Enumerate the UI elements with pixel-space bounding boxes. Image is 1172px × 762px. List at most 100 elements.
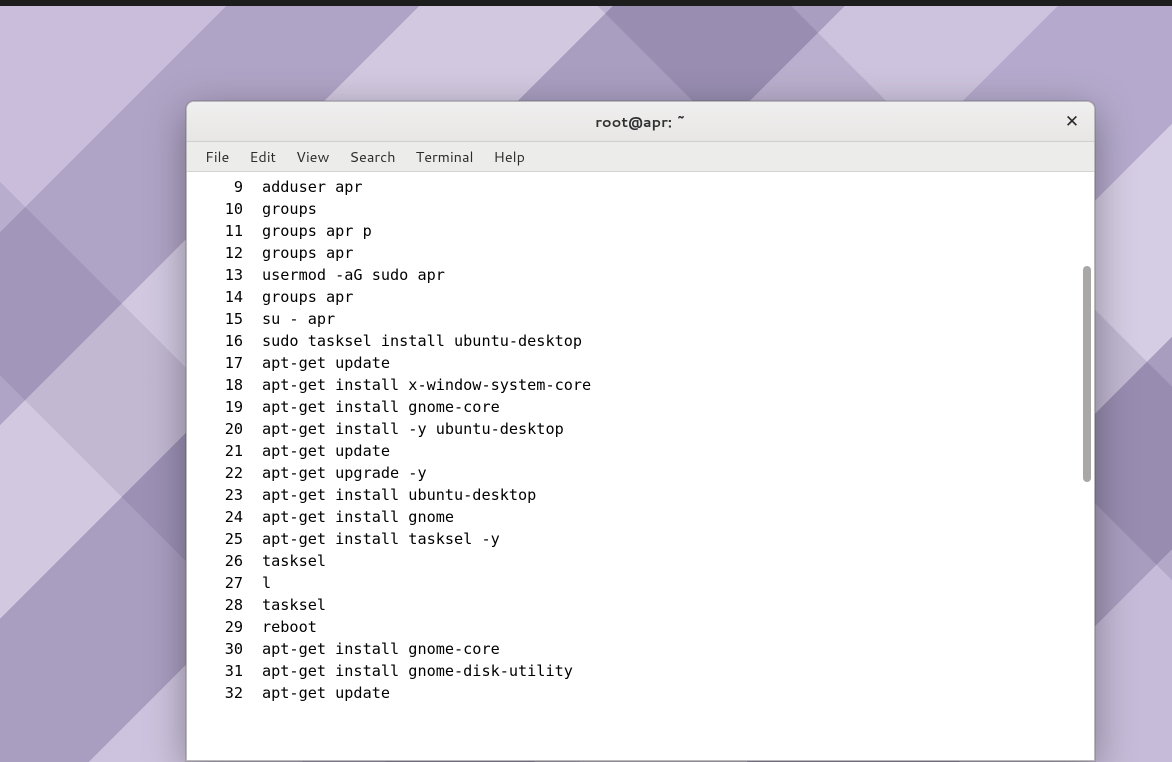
history-command: groups apr <box>262 286 1094 308</box>
history-number: 29 <box>187 616 243 638</box>
history-gap <box>243 572 262 594</box>
history-gap <box>243 638 262 660</box>
history-number: 14 <box>187 286 243 308</box>
history-gap <box>243 682 262 704</box>
menu-file[interactable]: File <box>195 142 239 171</box>
history-number: 13 <box>187 264 243 286</box>
history-gap <box>243 660 262 682</box>
history-gap <box>243 616 262 638</box>
history-line: 29 reboot <box>187 616 1094 638</box>
window-titlebar[interactable]: root@apr: ~ ✕ <box>187 102 1094 142</box>
history-line: 17 apt-get update <box>187 352 1094 374</box>
history-number: 19 <box>187 396 243 418</box>
history-command: l <box>262 572 1094 594</box>
history-command: usermod -aG sudo apr <box>262 264 1094 286</box>
history-number: 15 <box>187 308 243 330</box>
menu-view[interactable]: View <box>286 142 339 171</box>
history-command: apt-get install x-window-system-core <box>262 374 1094 396</box>
history-line: 25 apt-get install tasksel -y <box>187 528 1094 550</box>
menu-terminal[interactable]: Terminal <box>406 142 484 171</box>
history-gap <box>243 506 262 528</box>
history-command: apt-get upgrade -y <box>262 462 1094 484</box>
history-number: 24 <box>187 506 243 528</box>
history-gap <box>243 418 262 440</box>
history-command: apt-get install gnome <box>262 506 1094 528</box>
history-line: 12 groups apr <box>187 242 1094 264</box>
history-gap <box>243 396 262 418</box>
history-gap <box>243 308 262 330</box>
history-number: 12 <box>187 242 243 264</box>
history-number: 26 <box>187 550 243 572</box>
history-line: 22 apt-get upgrade -y <box>187 462 1094 484</box>
history-command: groups <box>262 198 1094 220</box>
history-gap <box>243 264 262 286</box>
close-button[interactable]: ✕ <box>1062 112 1082 132</box>
history-command: apt-get install -y ubuntu-desktop <box>262 418 1094 440</box>
menu-edit[interactable]: Edit <box>239 142 286 171</box>
history-command: apt-get install gnome-disk-utility <box>262 660 1094 682</box>
history-line: 10 groups <box>187 198 1094 220</box>
terminal-viewport: 9 adduser apr10 groups11 groups apr p12 … <box>187 172 1094 760</box>
scrollbar-thumb[interactable] <box>1083 266 1091 482</box>
history-command: sudo tasksel install ubuntu-desktop <box>262 330 1094 352</box>
history-gap <box>243 242 262 264</box>
history-command: reboot <box>262 616 1094 638</box>
history-command: apt-get install ubuntu-desktop <box>262 484 1094 506</box>
history-line: 11 groups apr p <box>187 220 1094 242</box>
history-number: 32 <box>187 682 243 704</box>
terminal-window: root@apr: ~ ✕ File Edit View Search Term… <box>186 101 1095 761</box>
history-command: adduser apr <box>262 176 1094 198</box>
history-line: 27 l <box>187 572 1094 594</box>
history-number: 18 <box>187 374 243 396</box>
menu-search[interactable]: Search <box>339 142 405 171</box>
history-number: 16 <box>187 330 243 352</box>
gnome-top-bar <box>0 0 1172 6</box>
history-gap <box>243 462 262 484</box>
history-number: 23 <box>187 484 243 506</box>
history-gap <box>243 286 262 308</box>
history-gap <box>243 528 262 550</box>
history-number: 21 <box>187 440 243 462</box>
history-line: 21 apt-get update <box>187 440 1094 462</box>
history-line: 30 apt-get install gnome-core <box>187 638 1094 660</box>
history-line: 26 tasksel <box>187 550 1094 572</box>
history-gap <box>243 198 262 220</box>
history-number: 9 <box>187 176 243 198</box>
menubar: File Edit View Search Terminal Help <box>187 142 1094 172</box>
history-line: 24 apt-get install gnome <box>187 506 1094 528</box>
history-number: 30 <box>187 638 243 660</box>
history-gap <box>243 594 262 616</box>
history-line: 13 usermod -aG sudo apr <box>187 264 1094 286</box>
history-line: 23 apt-get install ubuntu-desktop <box>187 484 1094 506</box>
history-number: 25 <box>187 528 243 550</box>
history-number: 31 <box>187 660 243 682</box>
terminal-content[interactable]: 9 adduser apr10 groups11 groups apr p12 … <box>187 172 1094 760</box>
history-line: 19 apt-get install gnome-core <box>187 396 1094 418</box>
history-line: 32 apt-get update <box>187 682 1094 704</box>
history-gap <box>243 484 262 506</box>
history-gap <box>243 176 262 198</box>
history-line: 28 tasksel <box>187 594 1094 616</box>
menu-help[interactable]: Help <box>484 142 535 171</box>
history-command: apt-get install gnome-core <box>262 396 1094 418</box>
history-gap <box>243 374 262 396</box>
history-command: tasksel <box>262 550 1094 572</box>
history-command: apt-get update <box>262 682 1094 704</box>
history-command: apt-get install tasksel -y <box>262 528 1094 550</box>
history-command: su - apr <box>262 308 1094 330</box>
close-icon: ✕ <box>1065 113 1079 130</box>
history-number: 17 <box>187 352 243 374</box>
history-command: apt-get update <box>262 352 1094 374</box>
history-line: 18 apt-get install x-window-system-core <box>187 374 1094 396</box>
scrollbar-track[interactable] <box>1081 178 1091 754</box>
history-command: groups apr p <box>262 220 1094 242</box>
history-line: 20 apt-get install -y ubuntu-desktop <box>187 418 1094 440</box>
history-command: tasksel <box>262 594 1094 616</box>
history-line: 16 sudo tasksel install ubuntu-desktop <box>187 330 1094 352</box>
history-command: apt-get install gnome-core <box>262 638 1094 660</box>
history-line: 31 apt-get install gnome-disk-utility <box>187 660 1094 682</box>
history-number: 11 <box>187 220 243 242</box>
history-number: 10 <box>187 198 243 220</box>
history-command: apt-get update <box>262 440 1094 462</box>
history-gap <box>243 330 262 352</box>
